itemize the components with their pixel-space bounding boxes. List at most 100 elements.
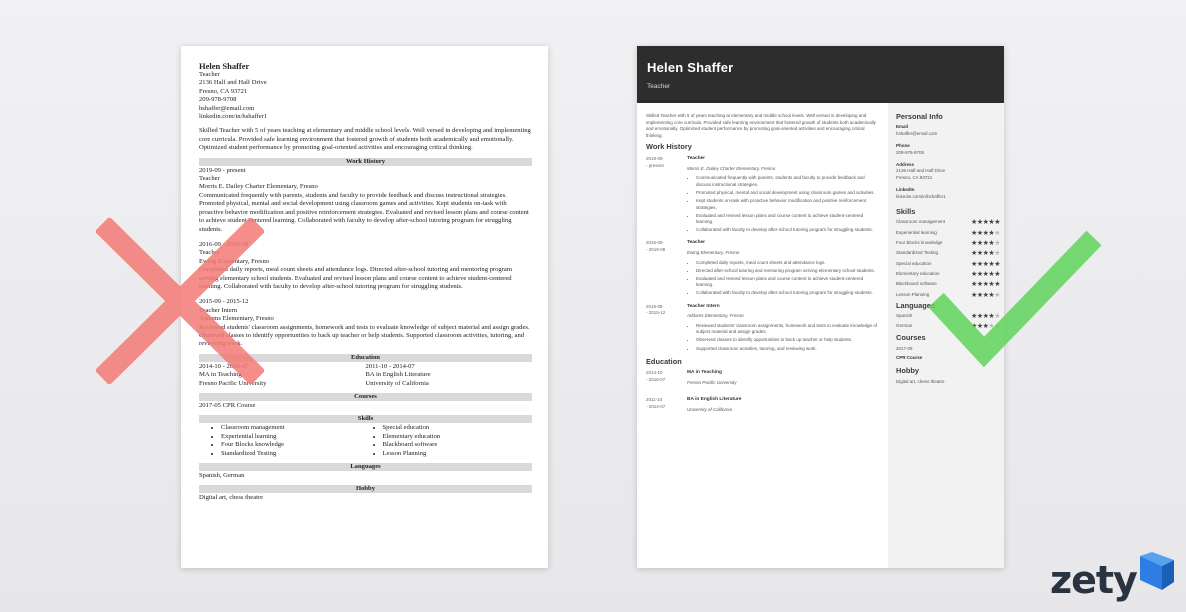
job-title: Teacher	[199, 175, 220, 183]
skill-item: Classroom management	[221, 424, 371, 432]
section-heading-education: Education	[199, 353, 532, 362]
skill-row: Blackboard software ★★★★★	[896, 281, 1000, 288]
job-dates: 2015-09 - 2015-12	[199, 298, 249, 306]
resume-phone: 209-978-9708	[199, 96, 237, 104]
section-heading-languages: Languages	[199, 463, 532, 472]
skill-row: Experiential learning ★★★★★	[896, 230, 1000, 237]
section-heading-personal-info: Personal Info	[896, 112, 943, 121]
skill-item: Standardized Testing	[221, 450, 371, 458]
job-company: Ewing Elementary, Fresno	[199, 257, 270, 265]
skill-item: Blackboard software	[383, 441, 533, 449]
course-entry: 2017-05 CPR Course	[199, 402, 256, 409]
job-title: Teacher Intern	[687, 303, 720, 309]
job-date-start: 2019-09	[646, 155, 663, 161]
job-description: Communicated frequently with parents, st…	[199, 191, 529, 233]
rating-stars: ★★★★★	[971, 281, 1000, 288]
job-bullet: Collaborated with faculty to develop aft…	[696, 290, 879, 297]
job-bullet: Directed after-school tutoring and mento…	[696, 268, 879, 275]
background	[0, 0, 1186, 612]
education-school: Fresno Pacific University	[199, 379, 267, 387]
job-dates: 2019-09 - present	[199, 166, 246, 174]
education-school: University of California	[365, 379, 429, 387]
job-entry: 2015-09 - 2015-12 Teacher Intern Addams …	[199, 298, 532, 348]
resume-name: Helen Shaffer	[199, 61, 250, 71]
plain-resume: Helen Shaffer Teacher 2136 Half and Half…	[181, 46, 548, 568]
job-company: Addams Elementary, Fresno	[199, 315, 274, 323]
job-date-start: 2016-09	[646, 240, 663, 246]
skills-list: Classroom management ★★★★★ Experiential l…	[896, 219, 1000, 298]
job-company: Ewing Elementary, Fresno	[687, 250, 740, 255]
education-school: Fresno Pacific University	[687, 379, 737, 385]
languages-text: Spanish, German	[199, 472, 245, 480]
skill-row: Elementary education ★★★★★	[896, 271, 1000, 278]
section-heading-languages: Languages	[896, 300, 936, 310]
resume-name: Helen Shaffer	[647, 60, 734, 75]
skill-item: Elementary education	[383, 433, 533, 441]
skill-item: Four Blocks knowledge	[221, 441, 371, 449]
resume-linkedin: linkedin.com/in/hshaffer1	[199, 113, 268, 121]
job-bullet: Promoted physical, mental and social dev…	[696, 190, 879, 197]
star-filled-icon: ★	[994, 219, 1000, 227]
skill-row: Four Blocks knowledge ★★★★★	[896, 240, 1000, 247]
course-name: CPR Course	[896, 355, 923, 361]
resume-city: Fresno, CA 93721	[199, 87, 248, 95]
job-bullet: Evaluated and revised lesson plans and c…	[696, 276, 879, 289]
language-row: German ★★★★★	[896, 323, 1000, 330]
resume-email: hshaffer@email.com	[199, 104, 255, 112]
rating-stars: ★★★★★	[971, 240, 1000, 247]
skill-name: Lesson Planning	[896, 291, 930, 297]
star-empty-icon: ★	[994, 240, 1000, 248]
education-degree: MA in Teaching	[199, 371, 242, 379]
designed-resume: Helen Shaffer Teacher Personal Info Emai…	[637, 46, 1004, 568]
resume-title: Teacher	[647, 83, 671, 90]
job-date-start: 2015-09	[646, 303, 663, 309]
skill-name: Special education	[896, 260, 932, 266]
language-name: Spanish	[896, 312, 913, 318]
skill-row: Lesson Planning ★★★★★	[896, 292, 1000, 299]
education-entry: 2014-10 - 2016-07 MA in Teaching Fresno …	[199, 363, 366, 388]
education-dates: 2014-10 - 2016-07	[199, 362, 249, 370]
job-bullet: Communicated frequently with parents, st…	[696, 175, 879, 188]
section-heading-work-history: Work History	[199, 157, 532, 166]
job-bullet: Evaluated and revised lesson plans and c…	[696, 213, 879, 226]
job-dates: 2016-09 - 2019-08	[199, 240, 249, 248]
section-heading-work-history: Work History	[646, 142, 692, 152]
education-list: 2014-10 - 2016-07 MA in Teaching Fresno …	[199, 363, 532, 388]
job-company: Addams Elementary, Fresno	[687, 313, 744, 319]
education-date-start: 2014-10	[646, 370, 663, 376]
skill-name: Four Blocks knowledge	[896, 240, 943, 246]
language-row: Spanish ★★★★★	[896, 313, 1000, 320]
star-empty-icon: ★	[994, 312, 1000, 320]
education-entry: 2014-10 - 2016-07 MA in Teaching Fresno …	[646, 370, 879, 389]
education-degree: BA in English Literature	[687, 397, 742, 403]
job-bullet: Kept students on-task with proactive beh…	[696, 198, 879, 211]
skill-item: Experiential learning	[221, 433, 371, 441]
section-heading-hobby: Hobby	[896, 366, 919, 376]
hobby-text: Digital art, chess theatre	[199, 494, 264, 502]
job-title: Teacher	[199, 249, 220, 257]
job-bullet: Completed daily reports, meal count shee…	[696, 260, 879, 267]
skill-name: Blackboard software	[896, 281, 937, 287]
job-description: Completed daily reports, meal count shee…	[199, 266, 512, 290]
course-date: 2017-05	[896, 345, 913, 351]
job-bullet: Observed classes to identify opportuniti…	[696, 337, 879, 344]
linkedin-value: linkedin.com/in/hshaffer1	[896, 193, 946, 199]
section-heading-education: Education	[646, 356, 682, 366]
skill-row: Classroom management ★★★★★	[896, 219, 1000, 226]
job-entry: 2019-09 - present Teacher Morris E. Dail…	[646, 156, 879, 235]
education-degree: MA in Teaching	[687, 370, 722, 376]
job-bullet: Reviewed students' classroom assignments…	[696, 323, 879, 336]
job-company: Morris E. Dailey Charter Elementary, Fre…	[199, 183, 318, 191]
skill-name: Elementary education	[896, 270, 940, 276]
education-degree: BA in English Literature	[365, 371, 431, 379]
job-entry: 2016-09 - 2019-08 Teacher Ewing Elementa…	[199, 241, 532, 291]
skill-item: Lesson Planning	[383, 450, 533, 458]
resume-sidebar: Personal Info Email hshaffer@email.com P…	[888, 103, 1004, 568]
language-name: German	[896, 323, 913, 329]
education-date-end: - 2016-07	[646, 376, 666, 382]
star-filled-icon: ★	[994, 281, 1000, 289]
star-filled-icon: ★	[994, 270, 1000, 278]
rating-stars: ★★★★★	[971, 271, 1000, 278]
section-heading-hobby: Hobby	[199, 485, 532, 494]
skill-row: Special education ★★★★★	[896, 261, 1000, 268]
